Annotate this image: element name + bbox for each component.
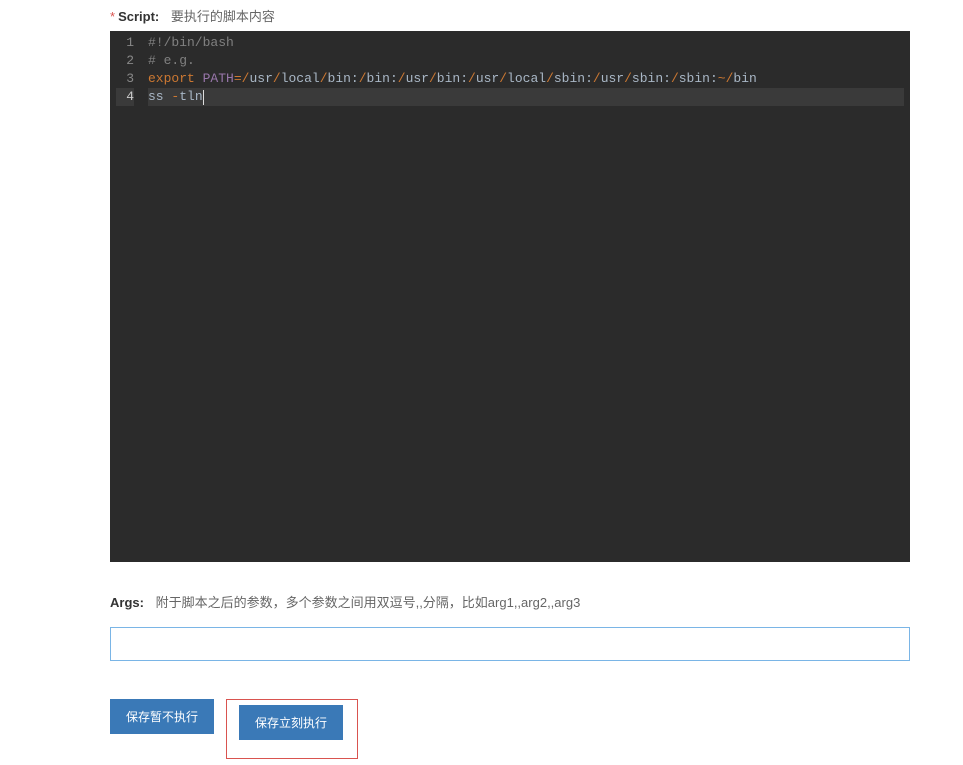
code-line: # e.g. (148, 52, 904, 70)
script-hint: 要执行的脚本内容 (171, 9, 275, 24)
args-hint: 附于脚本之后的参数，多个参数之间用双逗号,,分隔，比如arg1,,arg2,,a… (156, 595, 581, 610)
args-input[interactable] (110, 627, 910, 661)
line-number: 2 (116, 52, 134, 70)
line-number: 1 (116, 34, 134, 52)
code-line: #!/bin/bash (148, 34, 904, 52)
code-gutter: 1 2 3 4 (110, 31, 142, 562)
line-number-active: 4 (116, 88, 134, 106)
args-field-header: Args: 附于脚本之后的参数，多个参数之间用双逗号,,分隔，比如arg1,,a… (110, 592, 963, 611)
args-label: Args: (110, 595, 144, 610)
highlight-box: 保存立刻执行 (226, 699, 358, 759)
required-star: * (110, 9, 115, 24)
code-content[interactable]: #!/bin/bash # e.g. export PATH=/usr/loca… (142, 31, 910, 562)
script-field-header: *Script: 要执行的脚本内容 (110, 6, 963, 25)
button-row: 保存暂不执行 保存立刻执行 (110, 699, 963, 759)
save-and-exec-button[interactable]: 保存立刻执行 (239, 705, 343, 740)
editor-cursor (203, 90, 204, 105)
save-no-exec-button[interactable]: 保存暂不执行 (110, 699, 214, 734)
line-number: 3 (116, 70, 134, 88)
code-line: export PATH=/usr/local/bin:/bin:/usr/bin… (148, 70, 904, 88)
code-line-active: ss -tln (148, 88, 904, 106)
script-label: Script: (118, 9, 159, 24)
script-code-editor[interactable]: 1 2 3 4 #!/bin/bash # e.g. export PATH=/… (110, 31, 910, 562)
